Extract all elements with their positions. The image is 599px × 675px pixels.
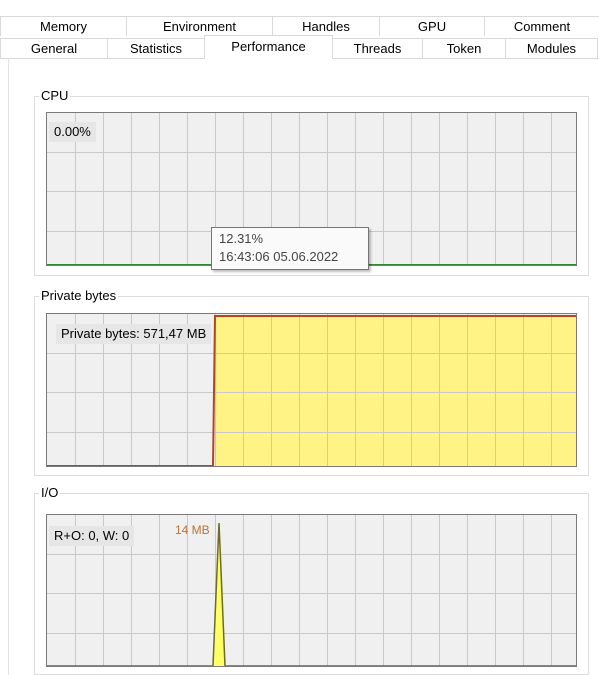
io-peak-label: 14 MB [175,523,210,537]
private-bytes-graph[interactable]: Private bytes: 571,47 MB [46,313,577,467]
tab-environment[interactable]: Environment [126,16,273,36]
tab-row-front: General Statistics Performance Threads T… [0,35,599,59]
tab-handles[interactable]: Handles [272,16,380,36]
tab-token[interactable]: Token [422,38,506,58]
tab-modules[interactable]: Modules [505,38,598,58]
tab-performance[interactable]: Performance [204,35,333,59]
io-rw-label: R+O: 0, W: 0 [49,526,135,546]
tab-threads[interactable]: Threads [332,38,423,58]
cpu-group-title: CPU [39,88,71,104]
tooltip-timestamp: 16:43:06 05.06.2022 [219,249,339,264]
io-group-title: I/O [39,485,61,501]
tab-statistics[interactable]: Statistics [107,38,205,58]
io-peak-area [213,523,225,666]
tab-general[interactable]: General [0,38,108,58]
tooltip-value: 12.31% [219,231,264,246]
private-bytes-label: Private bytes: 571,47 MB [56,324,212,344]
private-bytes-area [215,316,576,466]
tab-comment[interactable]: Comment [484,16,599,36]
tab-gpu[interactable]: GPU [379,16,485,36]
process-properties-window: Memory Environment Handles GPU Comment G… [0,0,599,675]
cpu-graph-tooltip: 12.31% 16:43:06 05.06.2022 [211,227,369,270]
tab-memory[interactable]: Memory [0,16,127,36]
tab-panel-left-border [8,58,9,675]
cpu-usage-label: 0.00% [49,122,96,142]
io-graph[interactable]: R+O: 0, W: 0 14 MB [46,514,577,667]
tab-row-back: Memory Environment Handles GPU Comment [0,16,599,36]
private-bytes-group-title: Private bytes [39,288,119,304]
